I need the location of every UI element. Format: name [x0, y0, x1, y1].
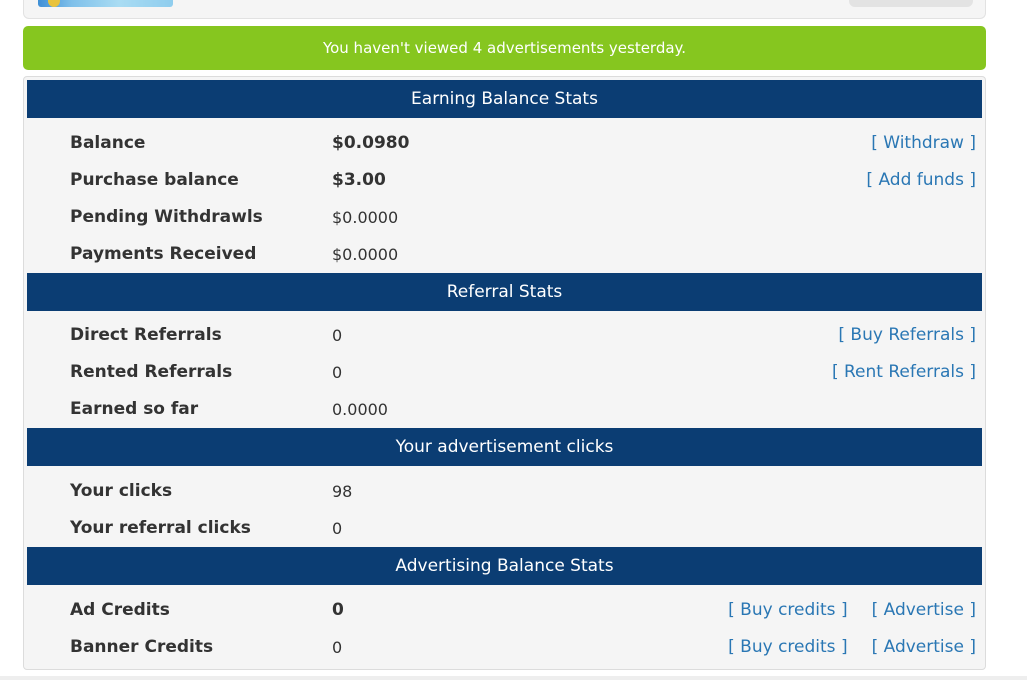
your-clicks-value: 98 — [332, 482, 353, 501]
rented-referrals-actions: [ Rent Referrals ] — [832, 354, 976, 391]
banner-advertise-link[interactable]: [ Advertise ] — [872, 637, 976, 657]
buy-referrals-link[interactable]: [ Buy Referrals ] — [838, 325, 976, 345]
earned-so-far-label: Earned so far — [70, 399, 199, 419]
pending-withdrawls-value: $0.0000 — [332, 208, 399, 227]
ad-advertise-link[interactable]: [ Advertise ] — [872, 600, 976, 620]
thumbnail-sun-shape — [48, 0, 60, 7]
direct-referrals-value: 0 — [332, 326, 343, 345]
your-referral-clicks-label: Your referral clicks — [70, 518, 251, 538]
banner-credits-row: Banner Credits 0 [ Buy credits ] [ Advert… — [24, 629, 985, 666]
balance-row: Balance $0.0980 [ Withdraw ] — [24, 125, 985, 162]
stats-panel: Earning Balance Stats Balance $0.0980 [ … — [23, 76, 986, 670]
page-bottom-border — [0, 676, 1027, 680]
ad-credits-value: 0 — [332, 600, 344, 620]
top-button[interactable] — [849, 0, 973, 7]
banner-credits-value: 0 — [332, 638, 343, 657]
your-clicks-row: Your clicks 98 — [24, 473, 985, 510]
payments-received-label: Payments Received — [70, 244, 257, 264]
notice-bar: You haven't viewed 4 advertisements yest… — [23, 26, 986, 70]
purchase-balance-actions: [ Add funds ] — [866, 162, 976, 199]
earning-balance-header: Earning Balance Stats — [27, 80, 982, 118]
purchase-balance-label: Purchase balance — [70, 170, 239, 190]
advertising-balance-header: Advertising Balance Stats — [27, 547, 982, 585]
payments-received-row: Payments Received $0.0000 — [24, 236, 985, 273]
banner-thumbnail[interactable] — [38, 0, 173, 7]
your-referral-clicks-row: Your referral clicks 0 — [24, 510, 985, 547]
ad-credits-row: Ad Credits 0 [ Buy credits ] [ Advertise … — [24, 592, 985, 629]
balance-actions: [ Withdraw ] — [871, 125, 976, 162]
rented-referrals-label: Rented Referrals — [70, 362, 233, 382]
payments-received-value: $0.0000 — [332, 245, 399, 264]
add-funds-link[interactable]: [ Add funds ] — [866, 170, 976, 190]
earned-so-far-value: 0.0000 — [332, 400, 388, 419]
ad-credits-actions: [ Buy credits ] [ Advertise ] — [728, 592, 976, 629]
advertisement-clicks-header: Your advertisement clicks — [27, 428, 982, 466]
purchase-balance-value: $3.00 — [332, 170, 386, 190]
ad-credits-label: Ad Credits — [70, 600, 170, 620]
ad-buy-credits-link[interactable]: [ Buy credits ] — [728, 600, 847, 620]
balance-value: $0.0980 — [332, 133, 410, 153]
top-card — [23, 0, 986, 19]
earned-so-far-row: Earned so far 0.0000 — [24, 391, 985, 428]
your-clicks-label: Your clicks — [70, 481, 173, 501]
pending-withdrawls-row: Pending Withdrawls $0.0000 — [24, 199, 985, 236]
purchase-balance-row: Purchase balance $3.00 [ Add funds ] — [24, 162, 985, 199]
rent-referrals-link[interactable]: [ Rent Referrals ] — [832, 362, 976, 382]
banner-credits-label: Banner Credits — [70, 637, 214, 657]
page: You haven't viewed 4 advertisements yest… — [0, 0, 1027, 680]
balance-label: Balance — [70, 133, 146, 153]
rented-referrals-row: Rented Referrals 0 [ Rent Referrals ] — [24, 354, 985, 391]
pending-withdrawls-label: Pending Withdrawls — [70, 207, 263, 227]
withdraw-link[interactable]: [ Withdraw ] — [871, 133, 976, 153]
referral-stats-header: Referral Stats — [27, 273, 982, 311]
rented-referrals-value: 0 — [332, 363, 343, 382]
direct-referrals-row: Direct Referrals 0 [ Buy Referrals ] — [24, 317, 985, 354]
banner-credits-actions: [ Buy credits ] [ Advertise ] — [728, 629, 976, 666]
direct-referrals-label: Direct Referrals — [70, 325, 222, 345]
direct-referrals-actions: [ Buy Referrals ] — [838, 317, 976, 354]
banner-buy-credits-link[interactable]: [ Buy credits ] — [728, 637, 847, 657]
your-referral-clicks-value: 0 — [332, 519, 343, 538]
